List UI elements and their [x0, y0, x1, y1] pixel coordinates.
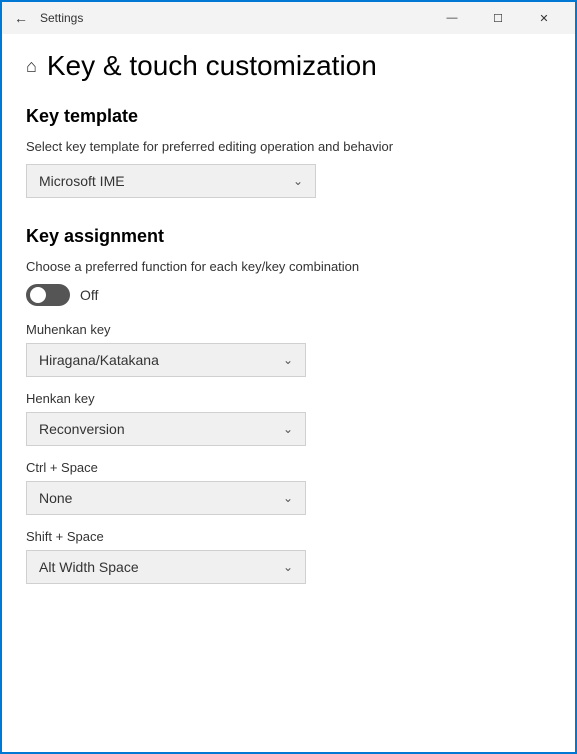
muhenkan-key-row: Muhenkan key Hiragana/Katakana ⌄ — [26, 322, 551, 377]
ctrl-space-value: None — [39, 490, 72, 506]
titlebar-left: ← Settings — [10, 8, 83, 28]
shift-space-dropdown[interactable]: Alt Width Space ⌄ — [26, 550, 306, 584]
page-title-area: ⌂ Key & touch customization — [26, 50, 551, 82]
settings-window: ← Settings — ☐ ✕ ⌂ Key & touch customiza… — [0, 0, 577, 754]
key-template-section: Key template Select key template for pre… — [26, 106, 551, 198]
minimize-button[interactable]: — — [429, 2, 475, 34]
maximize-button[interactable]: ☐ — [475, 2, 521, 34]
henkan-key-label: Henkan key — [26, 391, 551, 406]
key-assignment-description: Choose a preferred function for each key… — [26, 259, 551, 274]
window-title: Settings — [40, 11, 83, 25]
page-title: Key & touch customization — [47, 50, 377, 82]
key-template-dropdown-chevron: ⌄ — [293, 174, 303, 188]
key-template-dropdown-value: Microsoft IME — [39, 173, 125, 189]
henkan-key-value: Reconversion — [39, 421, 125, 437]
home-icon[interactable]: ⌂ — [26, 56, 37, 77]
muhenkan-chevron-icon: ⌄ — [283, 353, 293, 367]
henkan-key-dropdown[interactable]: Reconversion ⌄ — [26, 412, 306, 446]
henkan-key-row: Henkan key Reconversion ⌄ — [26, 391, 551, 446]
ctrl-space-row: Ctrl + Space None ⌄ — [26, 460, 551, 515]
titlebar-controls: — ☐ ✕ — [429, 2, 567, 34]
key-template-dropdown[interactable]: Microsoft IME ⌄ — [26, 164, 316, 198]
henkan-chevron-icon: ⌄ — [283, 422, 293, 436]
muhenkan-key-value: Hiragana/Katakana — [39, 352, 159, 368]
shift-space-chevron-icon: ⌄ — [283, 560, 293, 574]
key-template-description: Select key template for preferred editin… — [26, 139, 551, 154]
toggle-label: Off — [80, 287, 98, 303]
key-assignment-title: Key assignment — [26, 226, 551, 247]
toggle-knob — [30, 287, 46, 303]
shift-space-row: Shift + Space Alt Width Space ⌄ — [26, 529, 551, 584]
ctrl-space-chevron-icon: ⌄ — [283, 491, 293, 505]
back-button[interactable]: ← — [10, 8, 32, 28]
content-area: ⌂ Key & touch customization Key template… — [2, 34, 575, 752]
key-template-title: Key template — [26, 106, 551, 127]
key-assignment-toggle[interactable] — [26, 284, 70, 306]
ctrl-space-dropdown[interactable]: None ⌄ — [26, 481, 306, 515]
close-button[interactable]: ✕ — [521, 2, 567, 34]
shift-space-label: Shift + Space — [26, 529, 551, 544]
key-assignment-section: Key assignment Choose a preferred functi… — [26, 226, 551, 584]
titlebar: ← Settings — ☐ ✕ — [2, 2, 575, 34]
key-assignment-toggle-row: Off — [26, 284, 551, 306]
muhenkan-key-label: Muhenkan key — [26, 322, 551, 337]
ctrl-space-label: Ctrl + Space — [26, 460, 551, 475]
shift-space-value: Alt Width Space — [39, 559, 139, 575]
muhenkan-key-dropdown[interactable]: Hiragana/Katakana ⌄ — [26, 343, 306, 377]
